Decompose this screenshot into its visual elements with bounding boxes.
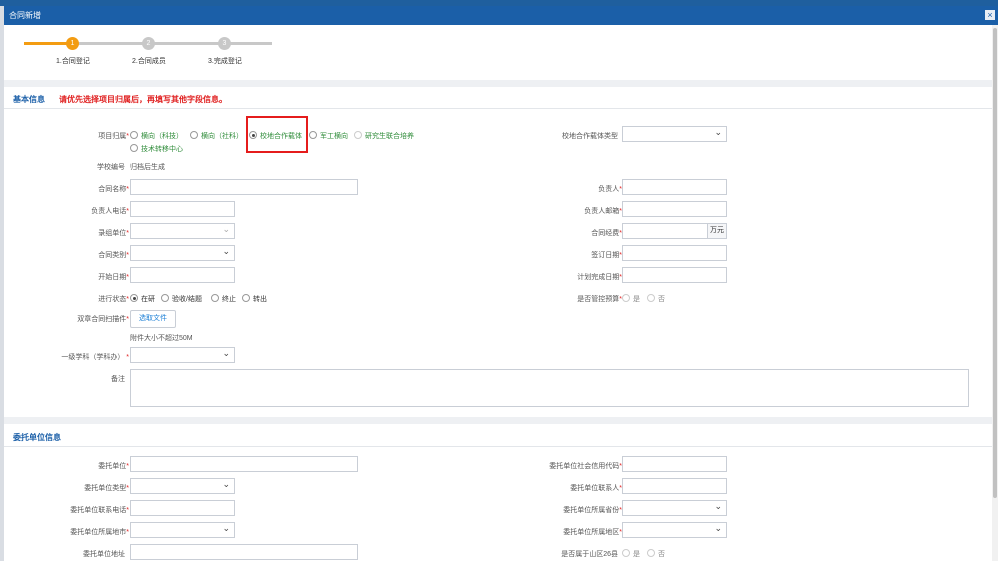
funding-input[interactable] [622,223,708,239]
project-type-option-military[interactable]: 军工横向 [309,131,348,141]
dept-select[interactable] [130,222,235,239]
progress-option-ongoing[interactable]: 在研 [130,294,155,304]
funding-label: 合同经费* [591,230,622,237]
client-phone-label: 委托单位联系电话* [70,507,129,514]
remark-label: 备注 [111,376,125,383]
plan-end-input[interactable] [622,267,727,283]
leader-email-label: 负责人邮箱* [584,208,622,215]
client-district-select[interactable] [622,521,727,538]
sign-date-input[interactable] [622,245,727,261]
budget-option-no[interactable]: 否 [647,294,665,304]
project-type-label: 项目归属* [98,133,129,140]
start-date-input[interactable] [130,267,235,283]
school-code-label: 学校编号 [97,164,125,171]
dialog-title: 合同新增 [9,11,41,20]
client-type-label: 委托单位类型* [84,485,129,492]
step-1-dot: 1 [66,37,79,50]
project-type-option-social[interactable]: 横向（社科） [190,131,243,141]
progress-option-transferred[interactable]: 转出 [242,294,267,304]
client-contact-label: 委托单位联系人* [570,485,622,492]
project-type-option-tech[interactable]: 横向（科技） [130,131,183,141]
client-info-heading: 委托单位信息 [13,433,61,442]
leader-label: 负责人* [598,186,622,193]
progress-option-terminated[interactable]: 终止 [211,294,236,304]
progress-label: 进行状态* [98,296,129,303]
project-type-option-transfer[interactable]: 技术转移中心 [130,144,183,154]
step-2-dot: 2 [142,37,155,50]
carrier-type-label: 校地合作载体类型 [562,133,618,140]
section-divider-2 [4,417,992,424]
project-type-option-graduate[interactable]: 研究生联合培养 [354,131,414,141]
scrollbar-thumb[interactable] [993,28,997,498]
budget-label: 是否管控预算* [577,296,622,303]
leader-phone-label: 负责人电话* [91,208,129,215]
start-date-label: 开始日期* [98,274,129,281]
scan-label: 双章合同扫描件* [77,316,129,323]
basic-info-warning: 请优先选择项目归属后，再填写其他字段信息。 [59,95,227,104]
carrier-type-select[interactable] [622,125,727,142]
client-district-label: 委托单位所属地区* [563,529,622,536]
selection-highlight-box [246,116,308,153]
dept-label: 录组单位* [98,230,129,237]
step-1-label: 1.合同登记 [56,58,90,65]
mountain-option-yes[interactable]: 是 [622,549,640,559]
contract-name-input[interactable] [130,179,358,195]
contract-name-label: 合同名称* [98,186,129,193]
step-remaining-line [74,42,272,45]
credit-code-input[interactable] [622,456,727,472]
dialog-title-bar: 合同新增 × [4,6,998,25]
client-address-input[interactable] [130,544,358,560]
stepper: 1 2 3 1.合同登记 2.合同成员 3.完成登记 [4,25,992,80]
progress-option-accepted[interactable]: 验收/结题 [161,294,202,304]
school-code-value: 归档后生成 [130,164,165,171]
credit-code-label: 委托单位社会信用代码* [549,463,622,470]
remark-textarea[interactable] [130,369,969,407]
leader-phone-input[interactable] [130,201,235,217]
discipline-select[interactable] [130,346,235,363]
basic-info-heading: 基本信息 [13,95,45,104]
sign-date-label: 签订日期* [591,252,622,259]
client-info-header: 委托单位信息 [4,426,992,447]
client-city-label: 委托单位所属地市* [70,529,129,536]
client-phone-input[interactable] [130,500,235,516]
client-unit-input[interactable] [130,456,358,472]
close-icon[interactable]: × [985,10,995,20]
budget-option-yes[interactable]: 是 [622,294,640,304]
funding-unit: 万元 [707,223,727,239]
basic-info-header: 基本信息 请优先选择项目归属后，再填写其他字段信息。 [4,88,992,109]
client-unit-label: 委托单位* [98,463,129,470]
client-city-select[interactable] [130,521,235,538]
category-label: 合同类别* [98,252,129,259]
mountain-option-no[interactable]: 否 [647,549,665,559]
discipline-label: 一级学科（学科办） * [61,354,129,361]
choose-file-button[interactable]: 选取文件 [130,310,176,328]
contract-add-dialog: 合同新增 × 1 2 3 1.合同登记 2.合同成员 3.完成登记 基本信息 请… [4,6,998,561]
client-type-select[interactable] [130,477,235,494]
client-address-label: 委托单位地址 [83,551,125,558]
leader-email-input[interactable] [622,201,727,217]
leader-input[interactable] [622,179,727,195]
client-contact-input[interactable] [622,478,727,494]
section-divider [4,80,992,87]
client-province-select[interactable] [622,499,727,516]
client-province-label: 委托单位所属省份* [563,507,622,514]
plan-end-label: 计划完成日期* [577,274,622,281]
dialog-content: 1 2 3 1.合同登记 2.合同成员 3.完成登记 基本信息 请优先选择项目归… [4,25,992,561]
step-2-label: 2.合同成员 [132,58,166,65]
file-size-hint: 附件大小不超过50M [130,335,193,342]
step-3-label: 3.完成登记 [208,58,242,65]
step-3-dot: 3 [218,37,231,50]
category-select[interactable] [130,244,235,261]
mountain-county-label: 是否属于山区26县 [561,551,618,558]
